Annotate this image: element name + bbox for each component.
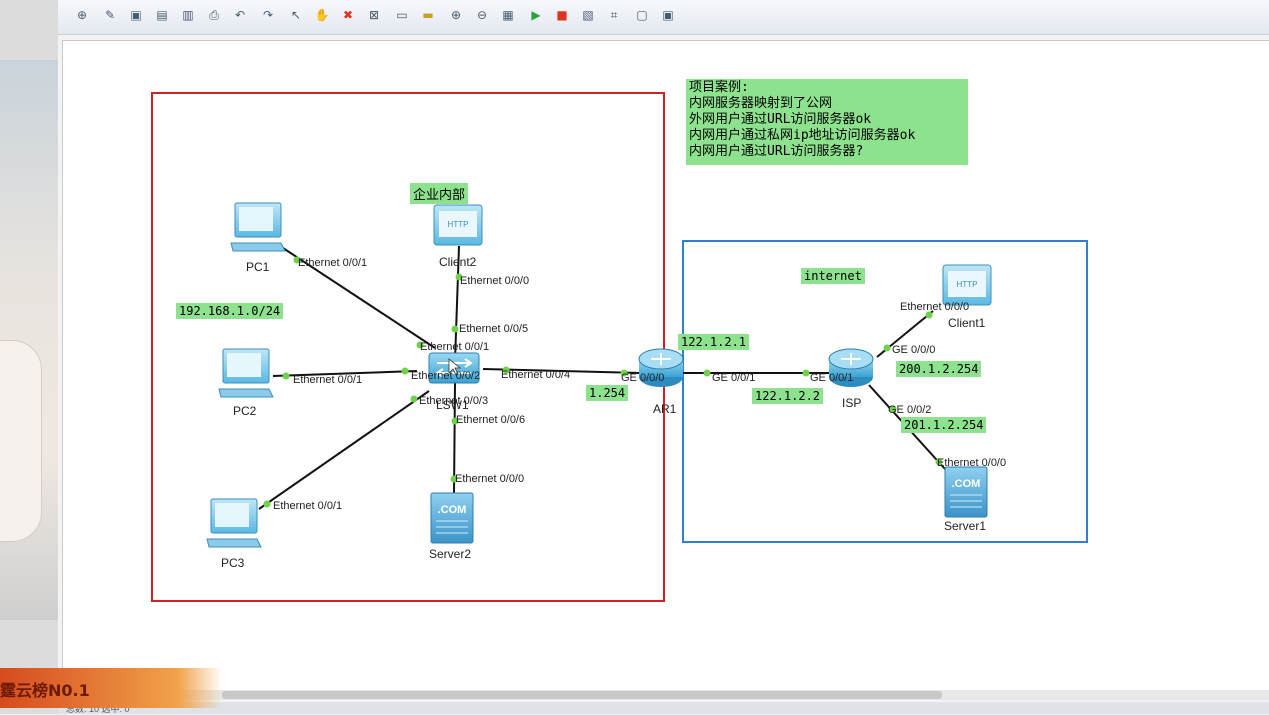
toolbar: ⊕ ✎ ▣ ▤ ▥ ⎙ ↶ ↷ ↖ ✋ ✖ ⊠ ▭ ▬ ⊕ ⊖ ▦ ▶ ■ ▧ … (58, 0, 1269, 35)
project-title: 项目案例: (689, 80, 749, 95)
presenter-silhouette (0, 340, 42, 542)
isp-server-gateway-note: 201.1.2.254 (901, 417, 987, 433)
horizontal-scrollbar[interactable] (62, 690, 1269, 700)
port-label: Ethernet 0/0/1 (293, 374, 363, 386)
isp-label: ISP (842, 396, 862, 410)
internal-zone-label: 企业内部 (410, 183, 469, 204)
port-label: Ethernet 0/0/0 (460, 275, 530, 287)
video-banner-overlay: 霆云榜N0.1 (0, 668, 222, 708)
port-label: Ethernet 0/0/6 (456, 414, 526, 426)
port-label: GE 0/0/0 (892, 344, 936, 356)
port-dot (410, 395, 418, 403)
svg-text:HTTP: HTTP (448, 220, 469, 229)
topology-svg: HTTP HTTP .COM .COM (151, 92, 1088, 602)
pc3-label: PC3 (221, 556, 245, 570)
server1-label: Server1 (944, 519, 987, 533)
zoom-in-icon[interactable]: ⊕ (448, 7, 464, 23)
port-label: GE 0/0/1 (810, 372, 854, 384)
project-line: 内网用户通过私网ip地址访问服务器ok (689, 128, 916, 143)
project-line: 外网用户通过URL访问服务器ok (689, 112, 872, 127)
server2-label: Server2 (429, 547, 472, 561)
port-label: Ethernet 0/0/0 (937, 457, 1007, 469)
port-dot (401, 367, 409, 375)
client1-label: Client1 (948, 316, 986, 330)
port-label: GE 0/0/1 (712, 372, 756, 384)
project-case-note: 项目案例: 内网服务器映射到了公网 外网用户通过URL访问服务器ok 内网用户通… (686, 79, 968, 165)
ar1-internal-ip-note: 1.254 (586, 385, 629, 401)
delete-icon[interactable]: ✖ (340, 7, 356, 23)
svg-text:.COM: .COM (952, 478, 981, 490)
save-icon[interactable]: ▤ (154, 7, 170, 23)
start-device-icon[interactable]: ▶ (528, 7, 544, 23)
svg-text:.COM: .COM (438, 504, 467, 516)
svg-text:HTTP: HTTP (957, 280, 978, 289)
text-icon[interactable]: ▭ (394, 7, 410, 23)
pc3-device-icon[interactable] (206, 498, 262, 548)
port-label: Ethernet 0/0/0 (455, 473, 525, 485)
server1-device-icon[interactable]: .COM (944, 466, 988, 518)
status-bar: 总数: 10 选中: 0 (58, 702, 1269, 714)
capture-icon[interactable]: ▧ (580, 7, 596, 23)
pc2-device-icon[interactable] (218, 348, 274, 398)
isp-link-ip-note: 122.1.2.2 (752, 388, 824, 404)
internet-zone-label: internet (801, 268, 865, 284)
client2-device-icon[interactable]: HTTP (433, 204, 483, 246)
internet-zone-border (682, 240, 1088, 543)
isp-client-gateway-note: 200.1.2.254 (896, 361, 982, 377)
palette-icon[interactable]: ▬ (420, 7, 436, 23)
delete-connection-icon[interactable]: ⊠ (366, 7, 382, 23)
pc1-device-icon[interactable] (230, 202, 286, 252)
port-dot (703, 369, 711, 377)
port-dot (263, 500, 271, 508)
stop-device-icon[interactable]: ■ (554, 7, 570, 23)
fullscreen-icon[interactable]: ▣ (660, 7, 676, 23)
ar1-label: AR1 (653, 402, 677, 416)
port-label: Ethernet 0/0/3 (419, 395, 489, 407)
print-icon[interactable]: ⎙ (206, 7, 222, 23)
fit-icon[interactable]: ▦ (500, 7, 516, 23)
ar1-public-ip-note: 122.1.2.1 (678, 334, 750, 350)
port-label: Ethernet 0/0/0 (900, 301, 970, 313)
port-label: GE 0/0/0 (621, 372, 665, 384)
settings-icon[interactable]: ▢ (634, 7, 650, 23)
zoom-out-icon[interactable]: ⊖ (474, 7, 490, 23)
link-pc3-lsw1[interactable] (258, 390, 430, 510)
pc2-label: PC2 (233, 404, 257, 418)
project-line: 内网服务器映射到了公网 (689, 96, 833, 111)
server2-device-icon[interactable]: .COM (430, 492, 474, 544)
port-label: Ethernet 0/0/5 (459, 323, 529, 335)
port-label: Ethernet 0/0/4 (501, 369, 571, 381)
project-line: 内网用户通过URL访问服务器? (689, 144, 864, 159)
port-dot (802, 369, 810, 377)
port-label: Ethernet 0/0/2 (411, 370, 481, 382)
port-label: Ethernet 0/0/1 (420, 341, 490, 353)
cli-icon[interactable]: ⌗ (606, 7, 622, 23)
open-icon[interactable]: ▣ (128, 7, 144, 23)
port-dot (282, 372, 290, 380)
scrollbar-thumb[interactable] (222, 691, 942, 699)
select-icon[interactable]: ↖ (288, 7, 304, 23)
client2-label: Client2 (439, 255, 477, 269)
topology-canvas[interactable]: HTTP HTTP .COM .COM 项目案例: 内网服务器映射到了公网 外网… (62, 40, 1269, 691)
new-example-icon[interactable]: ✎ (102, 7, 118, 23)
video-left-strip (0, 0, 58, 714)
undo-icon[interactable]: ↶ (232, 7, 248, 23)
pan-hand-icon[interactable]: ✋ (314, 7, 330, 23)
banner-text: 霆云榜N0.1 (0, 681, 90, 700)
save-as-icon[interactable]: ▥ (180, 7, 196, 23)
pc1-label: PC1 (246, 260, 270, 274)
client1-device-icon[interactable]: HTTP (942, 264, 992, 306)
port-label: Ethernet 0/0/1 (273, 500, 343, 512)
new-topology-icon[interactable]: ⊕ (74, 7, 90, 23)
port-label: GE 0/0/2 (888, 404, 932, 416)
port-label: Ethernet 0/0/1 (298, 257, 368, 269)
port-dot (883, 344, 891, 352)
redo-icon[interactable]: ↷ (260, 7, 276, 23)
subnet-note: 192.168.1.0/24 (176, 303, 284, 319)
port-dot (451, 325, 459, 333)
